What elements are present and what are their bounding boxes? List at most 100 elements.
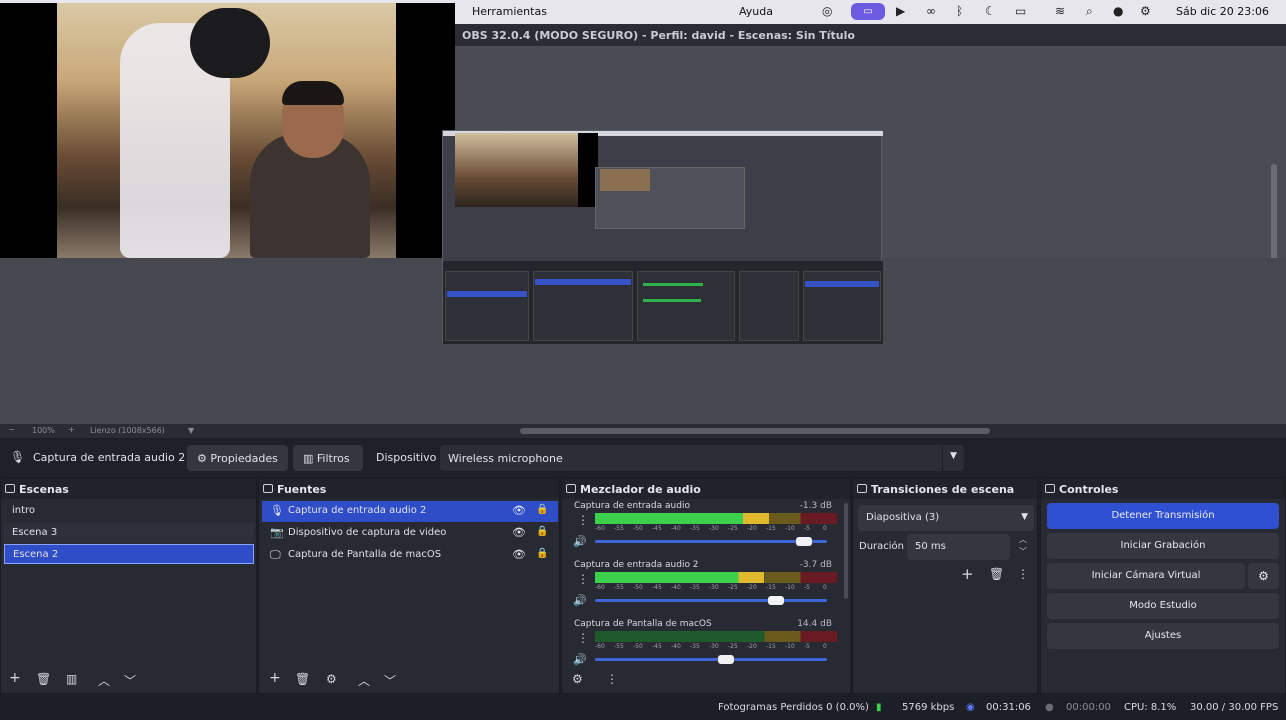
move-down-icon[interactable]: ﹀ — [384, 672, 396, 689]
advanced-audio-icon[interactable]: ⚙ — [572, 672, 583, 686]
move-up-icon[interactable]: ︿ — [358, 672, 370, 689]
meter-tick: -45 — [652, 525, 662, 532]
properties-button[interactable]: ⚙ Propiedades — [187, 445, 288, 471]
add-scene-icon[interactable]: + — [9, 670, 21, 686]
moon-icon[interactable]: ☾ — [985, 4, 996, 18]
siri-icon[interactable]: ● — [1113, 4, 1123, 18]
record-time: 00:00:00 — [1066, 702, 1111, 713]
controls-header: Controles — [1041, 479, 1285, 499]
channel-menu-icon[interactable]: ⋮ — [577, 513, 589, 527]
source-item-screen-capture[interactable]: 🖵 Captura de Pantalla de macOS 👁 🔒 — [262, 545, 558, 566]
start-recording-button[interactable]: Iniciar Grabación — [1047, 533, 1279, 559]
play-icon[interactable]: ▶ — [896, 4, 905, 18]
duration-stepper[interactable]: ︿ ﹀ — [1013, 534, 1033, 560]
chevron-down-icon[interactable]: ▼ — [942, 445, 964, 471]
meter-tick: -20 — [747, 525, 757, 532]
visibility-eye-icon[interactable]: 👁 — [512, 548, 526, 561]
battery-icon[interactable]: ▭ — [1015, 4, 1026, 18]
start-virtual-camera-button[interactable]: Iniciar Cámara Virtual — [1047, 563, 1245, 589]
delete-scene-icon[interactable]: 🗑 — [36, 672, 51, 686]
meter-tick: -20 — [747, 584, 757, 591]
wifi-icon[interactable]: ≋ — [1055, 4, 1065, 18]
scene-label: Escena 3 — [12, 527, 58, 538]
control-center-switch-icon[interactable]: ⚙ — [1140, 4, 1151, 18]
channel-menu-icon[interactable]: ⋮ — [577, 631, 589, 645]
channel-name: Captura de entrada audio — [574, 501, 690, 511]
lock-icon[interactable]: 🔒 — [536, 548, 548, 559]
speaker-icon[interactable]: 🔊 — [573, 594, 587, 607]
transition-select[interactable]: Diapositiva (3) ▼ — [858, 505, 1034, 531]
visibility-eye-icon[interactable]: 👁 — [512, 504, 526, 517]
scene-item-escena-2[interactable]: Escena 2 — [4, 544, 254, 564]
filters-button[interactable]: ▥ Filtros — [293, 445, 363, 471]
visibility-eye-icon[interactable]: 👁 — [512, 526, 526, 539]
controls-dock: Controles Detener Transmisión Iniciar Gr… — [1040, 478, 1286, 694]
search-icon[interactable]: ⌕ — [1086, 4, 1093, 19]
duration-input[interactable]: 50 ms — [907, 534, 1010, 560]
virtual-camera-settings-gear-icon[interactable]: ⚙ — [1248, 563, 1279, 589]
lock-icon[interactable]: 🔒 — [536, 504, 548, 515]
lock-icon[interactable]: 🔒 — [536, 526, 548, 537]
volume-slider[interactable] — [595, 655, 827, 664]
meter-fill — [595, 572, 765, 583]
speaker-icon[interactable]: 🔊 — [573, 535, 587, 548]
meter-tick: -35 — [690, 584, 700, 591]
channel-db: -3.7 dB — [799, 560, 832, 570]
move-up-icon[interactable]: ︿ — [98, 672, 110, 689]
menu-herramientas[interactable]: Herramientas — [472, 5, 547, 18]
volume-slider[interactable] — [595, 596, 827, 605]
mixer-scrollbar[interactable] — [844, 503, 848, 599]
device-select[interactable]: Wireless microphone ▼ — [440, 445, 964, 471]
volume-slider-knob[interactable] — [767, 596, 784, 605]
screen-share-icon[interactable]: ◎ — [822, 4, 832, 18]
settings-button[interactable]: Ajustes — [1047, 623, 1279, 649]
meter-tick: -35 — [690, 525, 700, 532]
filters-icon: ▥ — [303, 452, 314, 465]
scene-item-intro[interactable]: intro — [4, 501, 254, 521]
zoom-in-button[interactable]: + — [68, 425, 75, 434]
delete-transition-icon[interactable]: 🗑 — [989, 567, 1004, 581]
link-icon[interactable]: ∞ — [926, 4, 936, 18]
volume-slider[interactable] — [595, 537, 827, 546]
source-item-audio-2[interactable]: 🎙 Captura de entrada audio 2 👁 🔒 — [262, 501, 558, 522]
nested-stop-stream — [805, 281, 879, 287]
bluetooth-icon[interactable]: ᛒ — [956, 4, 963, 18]
transition-menu-icon[interactable]: ⋮ — [1017, 567, 1029, 581]
stream-time: 00:31:06 — [986, 702, 1031, 713]
meter-tick: -25 — [728, 584, 738, 591]
scene-item-escena-3[interactable]: Escena 3 — [4, 523, 254, 543]
volume-slider-knob[interactable] — [718, 655, 735, 664]
stop-stream-button[interactable]: Detener Transmisión — [1047, 503, 1279, 529]
menubar-clock[interactable]: Sáb dic 20 23:06 — [1176, 5, 1269, 18]
control-center-icon[interactable]: ▭ — [851, 3, 885, 20]
studio-mode-button[interactable]: Modo Estudio — [1047, 593, 1279, 619]
delete-source-icon[interactable]: 🗑 — [295, 672, 310, 686]
add-transition-icon[interactable]: + — [961, 565, 974, 583]
dock-icon — [263, 484, 273, 493]
mixer-channel: Captura de entrada audio -1.3 dB ⋮ -60 -55 -5… — [567, 501, 842, 557]
scene-filters-icon[interactable]: ▥ — [66, 672, 77, 686]
bitrate: 5769 kbps — [902, 702, 955, 713]
selected-source-name: Captura de entrada audio 2 — [33, 451, 186, 464]
volume-slider-knob[interactable] — [795, 537, 812, 546]
scenes-dock: Escenas intro Escena 3 Escena 2 + 🗑 ▥ ︿ … — [0, 478, 257, 694]
source-item-video-capture[interactable]: 📷 Dispositivo de captura de video 👁 🔒 — [262, 523, 558, 544]
channel-menu-icon[interactable]: ⋮ — [577, 572, 589, 586]
scenes-header: Escenas — [1, 479, 256, 499]
controls-title: Controles — [1059, 483, 1119, 496]
preview-horizontal-scrollbar[interactable] — [520, 428, 990, 434]
source-properties-icon[interactable]: ⚙ — [326, 672, 337, 686]
duration-value: 50 ms — [915, 541, 946, 552]
mixer-menu-icon[interactable]: ⋮ — [606, 672, 618, 686]
meter-tick: -10 — [785, 643, 795, 650]
zoom-out-button[interactable]: − — [8, 425, 15, 434]
person-standing-head — [190, 8, 270, 78]
add-source-icon[interactable]: + — [269, 670, 281, 686]
meter-tick: -40 — [671, 525, 681, 532]
move-down-icon[interactable]: ﹀ — [124, 672, 136, 689]
meter-tick: -55 — [614, 643, 624, 650]
menu-ayuda[interactable]: Ayuda — [739, 5, 773, 18]
speaker-icon[interactable]: 🔊 — [573, 653, 587, 666]
zoom-dropdown-icon[interactable]: ▼ — [188, 426, 194, 435]
meter-fill — [595, 513, 770, 524]
